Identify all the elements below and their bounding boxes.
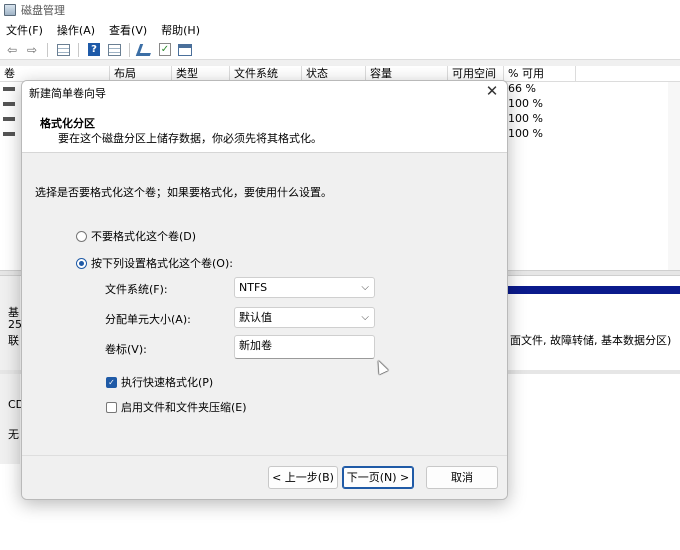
menu-help[interactable]: 帮助(H) <box>161 22 200 38</box>
disk1-info[interactable]: CD 无 <box>0 374 24 464</box>
filesystem-label: 文件系统(F): <box>105 283 168 296</box>
volume-icon <box>3 132 15 136</box>
quick-format-label: 执行快速格式化(P) <box>121 376 214 389</box>
dialog-title: 新建简单卷向导 <box>29 87 106 100</box>
disk1-status: 无 <box>8 428 19 441</box>
radio-format-label: 按下列设置格式化这个卷(O): <box>91 257 233 270</box>
check-icon[interactable]: ✓ <box>157 42 173 58</box>
forward-arrow-icon[interactable]: ⇨ <box>24 42 40 58</box>
checkbox-checked[interactable]: ✓ <box>106 376 117 388</box>
app-titlebar: 磁盘管理 <box>0 0 680 20</box>
radio-format[interactable]: 按下列设置格式化这个卷(O): <box>76 255 233 271</box>
toolbar-separator <box>129 42 130 57</box>
filesystem-select[interactable]: NTFS ⌵ <box>234 277 375 298</box>
volume-icon <box>3 87 15 91</box>
wizard-step-subtitle: 要在这个磁盘分区上储存数据，你必须先将其格式化。 <box>58 132 322 145</box>
radio-button-selected[interactable] <box>76 257 87 269</box>
percent-free-cell: 100 % <box>508 127 543 140</box>
radio-no-format-label: 不要格式化这个卷(D) <box>91 230 197 243</box>
menu-file[interactable]: 文件(F) <box>6 22 43 38</box>
back-button[interactable]: < 上一步(B) <box>268 466 338 489</box>
back-arrow-icon[interactable]: ⇦ <box>4 42 20 58</box>
window-icon[interactable] <box>177 42 193 58</box>
chevron-down-icon: ⌵ <box>361 312 369 323</box>
volume-icon <box>3 117 15 121</box>
volume-icon <box>3 102 15 106</box>
toolbar-separator <box>78 42 79 57</box>
list-view-icon[interactable] <box>55 42 71 58</box>
percent-free-cell: 100 % <box>508 112 543 125</box>
disk0-info[interactable]: 基 25 联 <box>0 276 22 370</box>
close-icon[interactable]: ✕ <box>483 82 501 100</box>
volume-label-input[interactable]: 新加卷 <box>234 335 375 359</box>
compression-checkbox[interactable]: 启用文件和文件夹压缩(E) <box>106 399 247 415</box>
menu-view[interactable]: 查看(V) <box>109 22 147 38</box>
column-header-percent-free[interactable]: % 可用 <box>504 66 576 82</box>
toolbar-separator <box>47 42 48 57</box>
wizard-header: 格式化分区 要在这个磁盘分区上储存数据，你必须先将其格式化。 <box>22 103 507 153</box>
radio-no-format[interactable]: 不要格式化这个卷(D) <box>76 228 196 244</box>
filesystem-value: NTFS <box>239 281 268 294</box>
disk-management-icon <box>4 4 16 16</box>
allocation-size-select[interactable]: 默认值 ⌵ <box>234 307 375 328</box>
percent-free-cell: 100 % <box>508 97 543 110</box>
menubar: 文件(F) 操作(A) 查看(V) 帮助(H) <box>0 20 680 40</box>
disk0-size: 25 <box>8 318 22 331</box>
details-view-icon[interactable] <box>106 42 122 58</box>
percent-free-cell: 66 % <box>508 82 536 95</box>
volume-label-label: 卷标(V): <box>105 343 147 356</box>
toolbar: ⇦ ⇨ ? ✓ <box>0 40 680 60</box>
wizard-footer: < 上一步(B) 下一页(N) > 取消 <box>22 455 507 499</box>
dialog-titlebar: 新建简单卷向导 ✕ <box>22 81 507 103</box>
wizard-intro-text: 选择是否要格式化这个卷；如果要格式化，要使用什么设置。 <box>35 186 332 199</box>
allocation-size-value: 默认值 <box>239 311 272 324</box>
partition-header-bar <box>506 286 680 294</box>
volume-list-scrollbar[interactable] <box>668 82 680 270</box>
cancel-button[interactable]: 取消 <box>426 466 498 489</box>
help-icon[interactable]: ? <box>86 42 102 58</box>
next-button[interactable]: 下一页(N) > <box>342 466 414 489</box>
volume-label-value: 新加卷 <box>239 339 272 352</box>
radio-button[interactable] <box>76 230 87 242</box>
new-simple-volume-wizard: 新建简单卷向导 ✕ 格式化分区 要在这个磁盘分区上储存数据，你必须先将其格式化。… <box>21 80 508 500</box>
disk0-status: 联 <box>8 334 19 347</box>
connect-icon[interactable] <box>135 42 155 58</box>
checkbox-unchecked[interactable] <box>106 401 117 413</box>
allocation-size-label: 分配单元大小(A): <box>105 313 191 326</box>
menu-action[interactable]: 操作(A) <box>57 22 95 38</box>
compression-label: 启用文件和文件夹压缩(E) <box>121 401 247 414</box>
quick-format-checkbox[interactable]: ✓ 执行快速格式化(P) <box>106 374 213 390</box>
chevron-down-icon: ⌵ <box>361 282 369 293</box>
wizard-step-title: 格式化分区 <box>40 117 95 130</box>
partition-description: 面文件, 故障转储, 基本数据分区) <box>510 334 672 347</box>
app-title: 磁盘管理 <box>21 4 65 17</box>
